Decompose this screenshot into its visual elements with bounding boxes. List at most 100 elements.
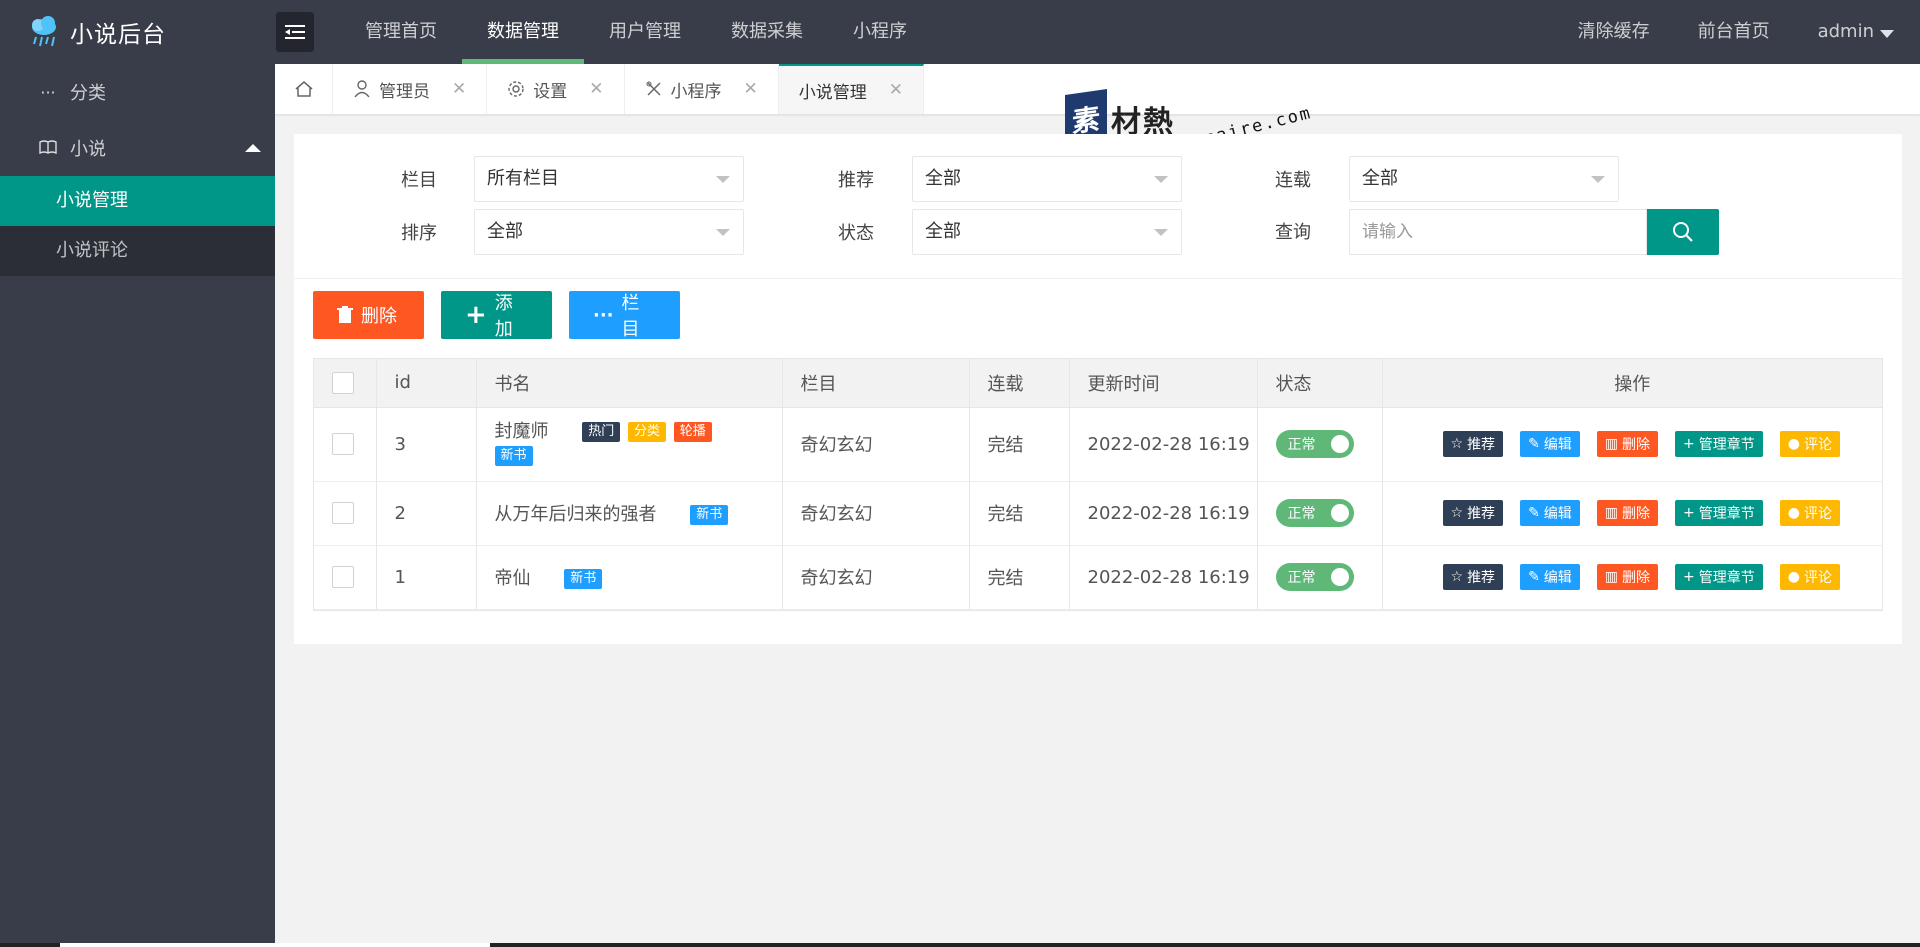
- cell-status: 正常: [1257, 481, 1383, 546]
- sidebar-item-label: 分类: [70, 83, 106, 104]
- book-title: 封魔师: [494, 421, 549, 442]
- search-button[interactable]: [1647, 209, 1719, 255]
- toolbar: 删除 + 添加 ··· 栏目: [313, 291, 680, 340]
- select-value: 全部: [925, 221, 961, 242]
- select-value: 全部: [925, 168, 961, 189]
- recommend-button[interactable]: ☆ 推荐: [1442, 431, 1504, 457]
- row-checkbox[interactable]: [332, 502, 354, 524]
- filter-column-select[interactable]: 所有栏目: [474, 156, 744, 202]
- sidebar-item-novel-manage[interactable]: 小说管理: [0, 176, 275, 226]
- book-title: 帝仙: [494, 568, 531, 589]
- recommend-button[interactable]: ☆ 推荐: [1442, 564, 1504, 590]
- filter-serial-select[interactable]: 全部: [1349, 156, 1619, 202]
- row-checkbox[interactable]: [332, 433, 354, 455]
- row-checkbox-cell: [314, 407, 377, 482]
- tab-home[interactable]: [275, 64, 333, 114]
- close-icon[interactable]: ✕: [889, 80, 903, 100]
- filter-status-select[interactable]: 全部: [912, 209, 1182, 255]
- star-icon: ☆: [1450, 436, 1464, 452]
- op-label: 删除: [1622, 570, 1651, 586]
- top-nav-data[interactable]: 数据管理: [462, 0, 584, 64]
- cell-status: 正常: [1257, 545, 1383, 610]
- trash-icon: ▥: [1604, 569, 1619, 585]
- edit-button[interactable]: ✎ 编辑: [1520, 500, 1580, 526]
- row-checkbox[interactable]: [332, 566, 354, 588]
- user-menu[interactable]: admin: [1794, 0, 1894, 64]
- delete-row-button[interactable]: ▥ 删除: [1596, 500, 1659, 526]
- op-label: 管理章节: [1698, 437, 1755, 453]
- add-button[interactable]: + 添加: [441, 291, 552, 340]
- book-title: 从万年后归来的强者: [494, 504, 657, 525]
- cell-updated: 2022-02-28 16:19: [1069, 481, 1258, 546]
- column-button[interactable]: ··· 栏目: [569, 291, 680, 340]
- chat-icon: ●: [1787, 436, 1800, 452]
- edit-button[interactable]: ✎ 编辑: [1520, 564, 1580, 590]
- top-nav-collect[interactable]: 数据采集: [706, 0, 828, 64]
- sidebar-item-novel-comments[interactable]: 小说评论: [0, 226, 275, 276]
- status-switch[interactable]: 正常: [1275, 499, 1354, 527]
- sidebar-item-novel[interactable]: 小说: [0, 120, 275, 176]
- manage-chapters-button[interactable]: + 管理章节: [1675, 564, 1763, 590]
- close-icon[interactable]: ✕: [744, 79, 758, 99]
- filter-sort-select[interactable]: 全部: [474, 209, 744, 255]
- header-id: id: [376, 359, 477, 408]
- delete-row-button[interactable]: ▥ 删除: [1596, 431, 1659, 457]
- select-value: 全部: [487, 221, 523, 242]
- op-label: 删除: [1622, 506, 1651, 522]
- cell-serial: 完结: [969, 545, 1070, 610]
- header-checkbox-cell: [314, 359, 377, 408]
- tab-miniapp[interactable]: 小程序 ✕: [625, 64, 779, 114]
- bottom-scrollbar[interactable]: [0, 943, 1920, 947]
- clear-cache-link[interactable]: 清除缓存: [1554, 0, 1674, 64]
- column-label: 栏目: [621, 293, 640, 340]
- chevron-down-icon: [1591, 176, 1605, 183]
- filter-recommend-select[interactable]: 全部: [912, 156, 1182, 202]
- star-icon: ☆: [1450, 505, 1464, 521]
- edit-button[interactable]: ✎ 编辑: [1520, 431, 1580, 457]
- app-title: 小说后台: [70, 22, 166, 48]
- table-row: 2 从万年后归来的强者 新书 奇幻玄幻 完结 2022-02-28 16:19 …: [314, 481, 1882, 546]
- header-column: 栏目: [782, 359, 970, 408]
- recommend-button[interactable]: ☆ 推荐: [1442, 500, 1504, 526]
- logo[interactable]: 小说后台: [26, 12, 166, 52]
- trash-icon: ▥: [1604, 436, 1619, 452]
- status-switch[interactable]: 正常: [1275, 563, 1354, 591]
- close-icon[interactable]: ✕: [589, 79, 603, 99]
- front-home-link[interactable]: 前台首页: [1674, 0, 1794, 64]
- tab-label: 小程序: [670, 81, 722, 102]
- home-icon: [295, 81, 312, 97]
- delete-button[interactable]: 删除: [313, 291, 424, 339]
- menu-toggle-button[interactable]: [276, 12, 314, 52]
- op-label: 管理章节: [1698, 506, 1755, 522]
- pencil-icon: ✎: [1528, 505, 1540, 521]
- user-name: admin: [1817, 21, 1874, 42]
- status-switch[interactable]: 正常: [1275, 430, 1354, 458]
- tab-novel-manage[interactable]: 小说管理 ✕: [778, 64, 924, 114]
- cell-name: 封魔师 热门 分类 轮播 新书: [476, 407, 783, 482]
- comment-button[interactable]: ● 评论: [1779, 564, 1840, 590]
- plus-icon: +: [1683, 569, 1695, 585]
- top-nav-home[interactable]: 管理首页: [340, 0, 462, 64]
- caret-up-icon: [245, 144, 261, 152]
- select-all-checkbox[interactable]: [332, 371, 354, 394]
- top-nav-users[interactable]: 用户管理: [584, 0, 706, 64]
- cell-id: 3: [376, 407, 477, 482]
- delete-row-button[interactable]: ▥ 删除: [1596, 564, 1659, 590]
- top-nav-miniapp[interactable]: 小程序: [828, 0, 932, 64]
- manage-chapters-button[interactable]: + 管理章节: [1675, 431, 1763, 457]
- tab-settings[interactable]: 设置 ✕: [487, 64, 625, 114]
- switch-knob: [1330, 568, 1349, 586]
- tab-label: 小说管理: [798, 82, 867, 103]
- comment-button[interactable]: ● 评论: [1779, 500, 1840, 526]
- chevron-down-icon: [1154, 229, 1168, 236]
- op-label: 编辑: [1543, 437, 1572, 453]
- tag-carousel: 轮播: [673, 422, 712, 442]
- sidebar-item-category[interactable]: ··· 分类: [0, 64, 275, 120]
- manage-chapters-button[interactable]: + 管理章节: [1675, 500, 1763, 526]
- scrollbar-thumb[interactable]: [60, 943, 490, 947]
- tab-admin[interactable]: 管理员 ✕: [333, 64, 488, 114]
- comment-button[interactable]: ● 评论: [1779, 431, 1840, 457]
- row-checkbox-cell: [314, 481, 377, 546]
- search-input[interactable]: [1349, 209, 1647, 255]
- close-icon[interactable]: ✕: [452, 79, 466, 99]
